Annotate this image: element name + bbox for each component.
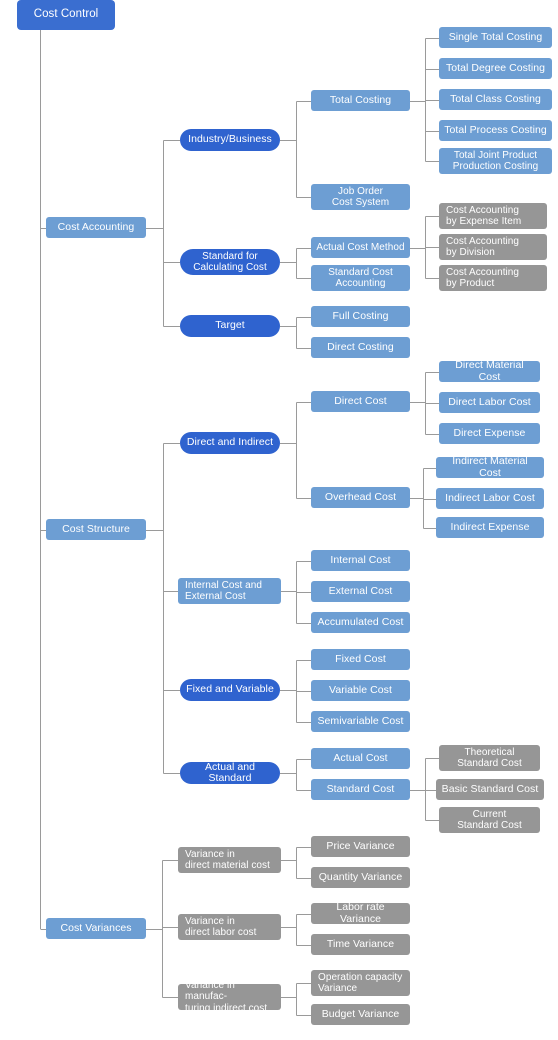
node-l3_fixed[interactable]: Fixed Cost — [311, 649, 410, 670]
node-l4_dmat[interactable]: Direct Material Cost — [439, 361, 540, 382]
node-l4_iexp[interactable]: Indirect Expense — [436, 517, 544, 538]
node-l3_time[interactable]: Time Variance — [311, 934, 410, 955]
node-l2a1[interactable]: Industry/Business — [180, 129, 280, 151]
node-l4_theo[interactable]: Theoretical Standard Cost — [439, 745, 540, 771]
node-l2a2[interactable]: Standard for Calculating Cost — [180, 249, 280, 275]
node-l3_overhead[interactable]: Overhead Cost — [311, 487, 410, 508]
node-l4_product[interactable]: Cost Accounting by Product — [439, 265, 547, 291]
node-l4_division[interactable]: Cost Accounting by Division — [439, 234, 547, 260]
node-l4_degree[interactable]: Total Degree Costing — [439, 58, 552, 79]
node-l2c3[interactable]: Variance in manufac- turing indirect cos… — [178, 984, 281, 1010]
node-l2a3[interactable]: Target — [180, 315, 280, 337]
node-l3_directcosting[interactable]: Direct Costing — [311, 337, 410, 358]
node-l3_budget[interactable]: Budget Variance — [311, 1004, 410, 1025]
node-l2b3[interactable]: Fixed and Variable — [180, 679, 280, 701]
node-l2b4[interactable]: Actual and Standard — [180, 762, 280, 784]
node-l3_internal[interactable]: Internal Cost — [311, 550, 410, 571]
node-l3_actualm[interactable]: Actual Cost Method — [311, 237, 410, 258]
node-l4_single[interactable]: Single Total Costing — [439, 27, 552, 48]
node-l3_opcap[interactable]: Operation capacity Variance — [311, 970, 410, 996]
node-l3_variable[interactable]: Variable Cost — [311, 680, 410, 701]
node-root[interactable]: Cost Control — [17, 0, 115, 30]
node-l1b[interactable]: Cost Structure — [46, 519, 146, 540]
node-l4_dexp[interactable]: Direct Expense — [439, 423, 540, 444]
node-l4_expitem[interactable]: Cost Accounting by Expense Item — [439, 203, 547, 229]
node-l4_joint[interactable]: Total Joint Product Production Costing — [439, 148, 552, 174]
node-l3_full[interactable]: Full Costing — [311, 306, 410, 327]
mind-map-canvas: Cost Control Cost Accounting Cost Structur… — [0, 0, 558, 1040]
node-l4_ilab[interactable]: Indirect Labor Cost — [436, 488, 544, 509]
node-l2c2[interactable]: Variance in direct labor cost — [178, 914, 281, 940]
node-l3_stdacct[interactable]: Standard Cost Accounting — [311, 265, 410, 291]
node-l3_stdcost[interactable]: Standard Cost — [311, 779, 410, 800]
node-l3_external[interactable]: External Cost — [311, 581, 410, 602]
node-l3_actualcost[interactable]: Actual Cost — [311, 748, 410, 769]
node-l3_joborder[interactable]: Job Order Cost System — [311, 184, 410, 210]
node-l4_basic[interactable]: Basic Standard Cost — [436, 779, 544, 800]
node-l1c[interactable]: Cost Variances — [46, 918, 146, 939]
node-l3_price[interactable]: Price Variance — [311, 836, 410, 857]
node-l4_current[interactable]: Current Standard Cost — [439, 807, 540, 833]
node-l2b1[interactable]: Direct and Indirect — [180, 432, 280, 454]
node-l3_directcost[interactable]: Direct Cost — [311, 391, 410, 412]
node-l3_total[interactable]: Total Costing — [311, 90, 410, 111]
node-l4_imat[interactable]: Indirect Material Cost — [436, 457, 544, 478]
node-l3_semivar[interactable]: Semivariable Cost — [311, 711, 410, 732]
node-l1a[interactable]: Cost Accounting — [46, 217, 146, 238]
node-l4_process[interactable]: Total Process Costing — [439, 120, 552, 141]
node-l3_accumulated[interactable]: Accumulated Cost — [311, 612, 410, 633]
node-l2b2[interactable]: Internal Cost and External Cost — [178, 578, 281, 604]
node-l4_class[interactable]: Total Class Costing — [439, 89, 552, 110]
node-l4_dlab[interactable]: Direct Labor Cost — [439, 392, 540, 413]
node-l3_laborrate[interactable]: Labor rate Variance — [311, 903, 410, 924]
node-l2c1[interactable]: Variance in direct material cost — [178, 847, 281, 873]
node-l3_quantity[interactable]: Quantity Variance — [311, 867, 410, 888]
